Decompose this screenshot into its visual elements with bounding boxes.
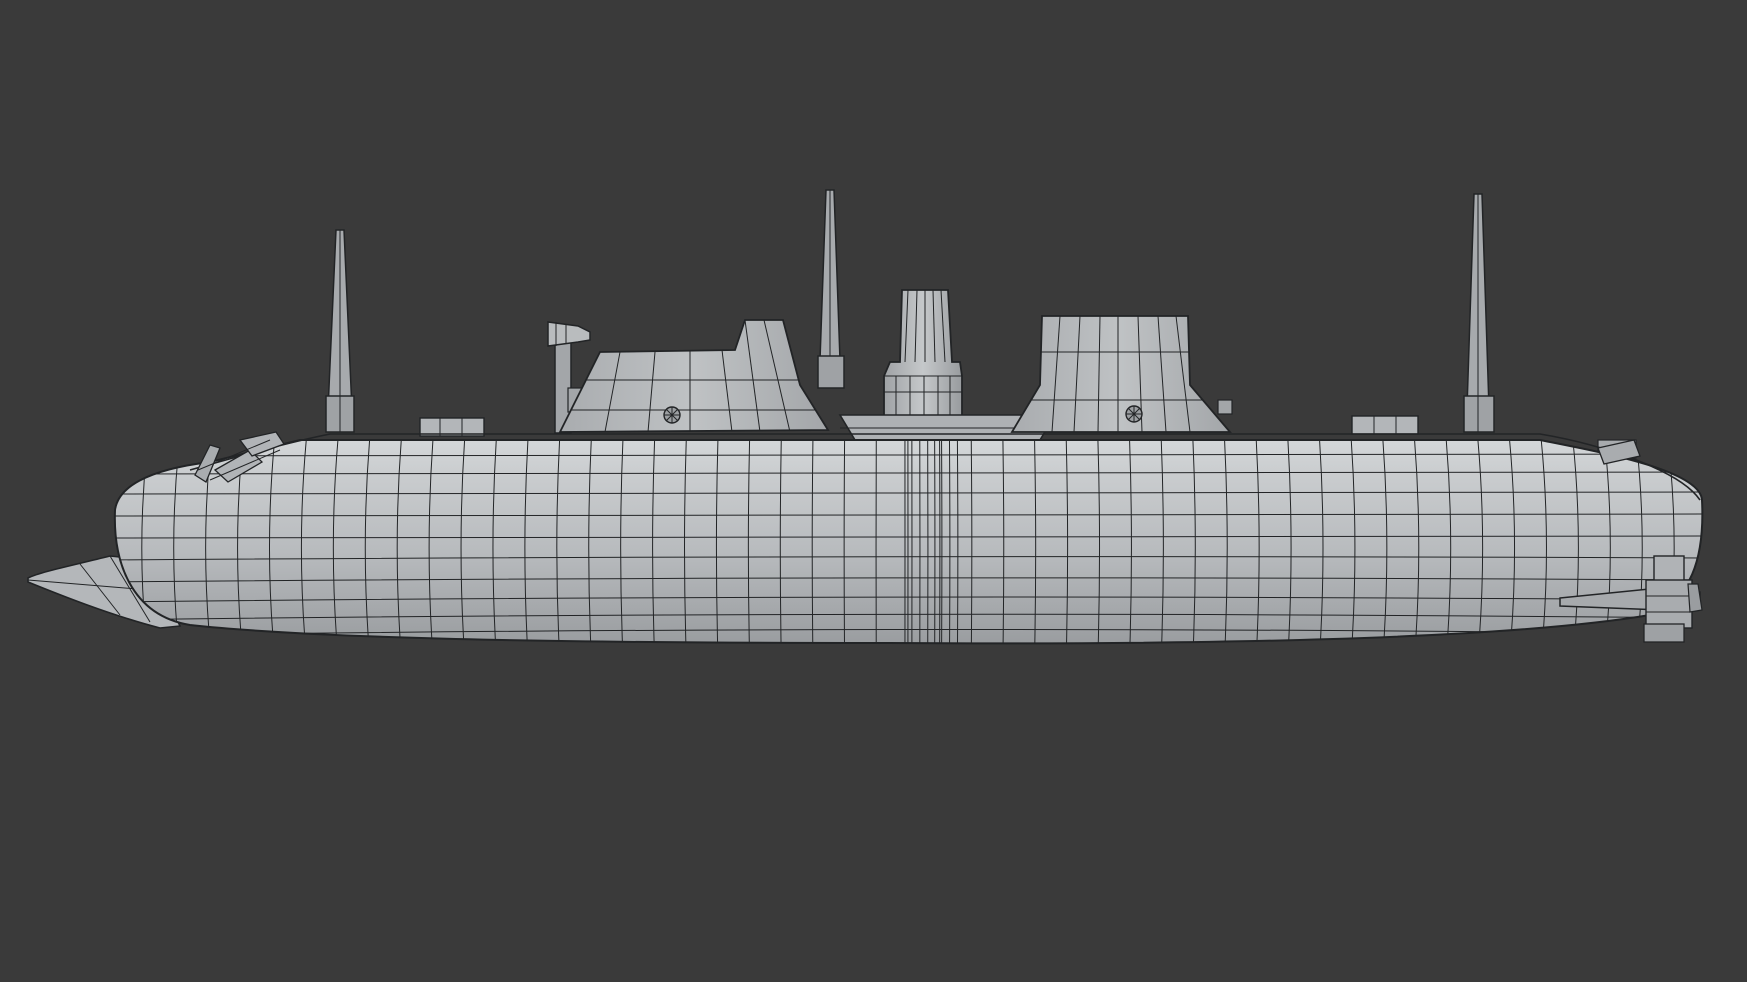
- hatch-wheel-icon: [663, 406, 681, 424]
- 3d-viewport: [0, 0, 1747, 982]
- hull-wire-section: [956, 440, 959, 644]
- mast-fore: [325, 229, 355, 433]
- mast-aft: [1463, 193, 1495, 433]
- hatch-wheel-icon: [1125, 405, 1143, 423]
- mast-main: [817, 189, 845, 389]
- hull: [113, 433, 1704, 645]
- forward-casemate: [558, 319, 830, 433]
- aft-casemate: [1010, 315, 1233, 433]
- hull-wire-section: [843, 440, 846, 644]
- ship-render: [27, 189, 1704, 645]
